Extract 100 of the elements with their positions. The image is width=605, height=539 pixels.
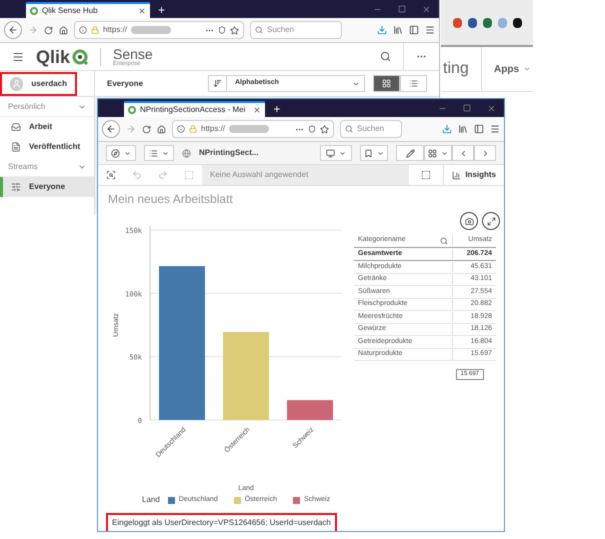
caret-icon [124,150,131,156]
section-header[interactable]: Persönlich [0,97,94,117]
search-field[interactable]: Suchen [250,21,342,39]
caret-icon [162,150,169,156]
navigation-button[interactable] [106,145,136,161]
chart-icon [452,170,462,180]
logo-text: Qlik [36,48,70,66]
new-tab-button[interactable]: + [265,101,288,117]
menu-icon[interactable] [425,25,435,35]
product-name: Sense [113,46,153,60]
sliders-icon [11,182,21,192]
avatar-icon [10,76,24,90]
lock-icon [91,26,99,34]
pencil-icon [406,148,414,158]
lasso-icon[interactable] [421,170,432,180]
reload-icon[interactable] [142,124,151,134]
app-name: NPrintingSect... [199,147,259,159]
compass-icon [111,148,120,158]
close-icon[interactable] [487,104,496,112]
monitor-icon [326,148,335,158]
list-view-button[interactable] [400,75,427,92]
app-logo-icon [128,106,136,114]
shield-icon[interactable] [218,26,226,34]
home-icon[interactable] [157,124,166,134]
new-tab-button[interactable]: + [150,2,174,18]
blurred-region [229,125,270,133]
expand-icon [486,216,496,226]
tray-icon [11,122,21,132]
login-info: Eingeloggt als UserDirectory=VPS1264656; UserId=userdach [106,513,337,531]
close-icon[interactable] [422,4,431,14]
star-icon[interactable] [230,26,239,34]
library-icon[interactable] [393,25,403,35]
caret-icon [377,150,384,156]
legend-title: Land [142,494,160,506]
sidebar-item[interactable]: Arbeit [0,117,94,137]
list-icon [409,79,418,88]
selection-icon[interactable] [106,170,116,180]
url-field[interactable]: https:// [74,21,244,39]
menu-icon[interactable] [490,124,500,134]
sheet-title: Mein neues Arbeitsblatt [107,191,234,208]
back-icon [106,124,116,134]
close-icon[interactable] [138,7,146,15]
sheet-button[interactable] [424,145,452,161]
stream-title: Everyone [107,78,144,90]
url-text: https:// [103,24,128,36]
url-field[interactable]: https:// [172,120,334,138]
browser-tab[interactable]: Qlik Sense Hub [26,2,150,18]
sort-icon [213,79,222,88]
sidebar-item[interactable]: Veröffentlicht [0,137,94,157]
search-icon [255,26,263,34]
search-field[interactable]: Suchen [340,120,402,138]
expand-button[interactable] [482,212,500,230]
search-icon[interactable] [380,51,391,62]
menu-button[interactable] [144,145,174,161]
globe-icon [182,148,191,158]
grid-view-button[interactable] [373,75,400,92]
url-text: https:// [201,123,226,135]
app-logo-icon [30,7,38,15]
tab-title: Qlik Sense Hub [42,5,99,17]
insights-button[interactable]: Insights [443,165,504,185]
selection-bar: Keine Auswahl angewendet [202,165,410,185]
bookmark-icon [364,148,373,158]
sheet-icon [428,148,437,158]
user-profile[interactable]: userdach [0,72,77,96]
apps-menu[interactable]: Apps [482,62,531,76]
star-icon[interactable] [320,124,329,134]
back-button[interactable] [4,21,22,39]
search-icon [345,125,353,133]
sidebar-icon[interactable] [474,124,484,134]
download-icon[interactable] [377,25,387,35]
lock-icon [189,125,197,133]
bookmark-button[interactable] [360,145,388,161]
nav-label[interactable]: ting [441,57,481,81]
caret-icon [523,65,531,73]
library-icon[interactable] [458,124,468,134]
info-icon [177,125,185,133]
home-icon[interactable] [59,26,68,34]
edit-button[interactable] [396,145,424,161]
camera-icon [464,216,474,226]
blurred-region [131,26,172,34]
search-icon[interactable] [440,236,448,244]
info-icon [79,26,87,34]
close-icon[interactable] [253,106,262,114]
grid-icon [382,79,391,88]
tab-title: NPrintingSectionAccess - Mei [140,104,246,116]
shield-icon[interactable] [308,125,316,133]
reload-icon[interactable] [44,26,53,34]
list-icon [149,148,158,158]
download-icon[interactable] [442,124,452,134]
back-button[interactable] [102,120,120,138]
caret-icon [339,150,346,156]
maximize-icon[interactable] [463,104,471,112]
menu-icon[interactable] [12,50,24,62]
logo-icon [72,48,88,64]
sidebar-icon[interactable] [409,25,419,35]
present-button[interactable] [320,145,352,161]
browser-tab[interactable]: NPrintingSectionAccess - Mei [124,101,266,117]
snapshot-button[interactable] [460,212,478,230]
maximize-icon[interactable] [398,5,406,13]
sidebar-item[interactable]: Everyone [0,177,94,197]
